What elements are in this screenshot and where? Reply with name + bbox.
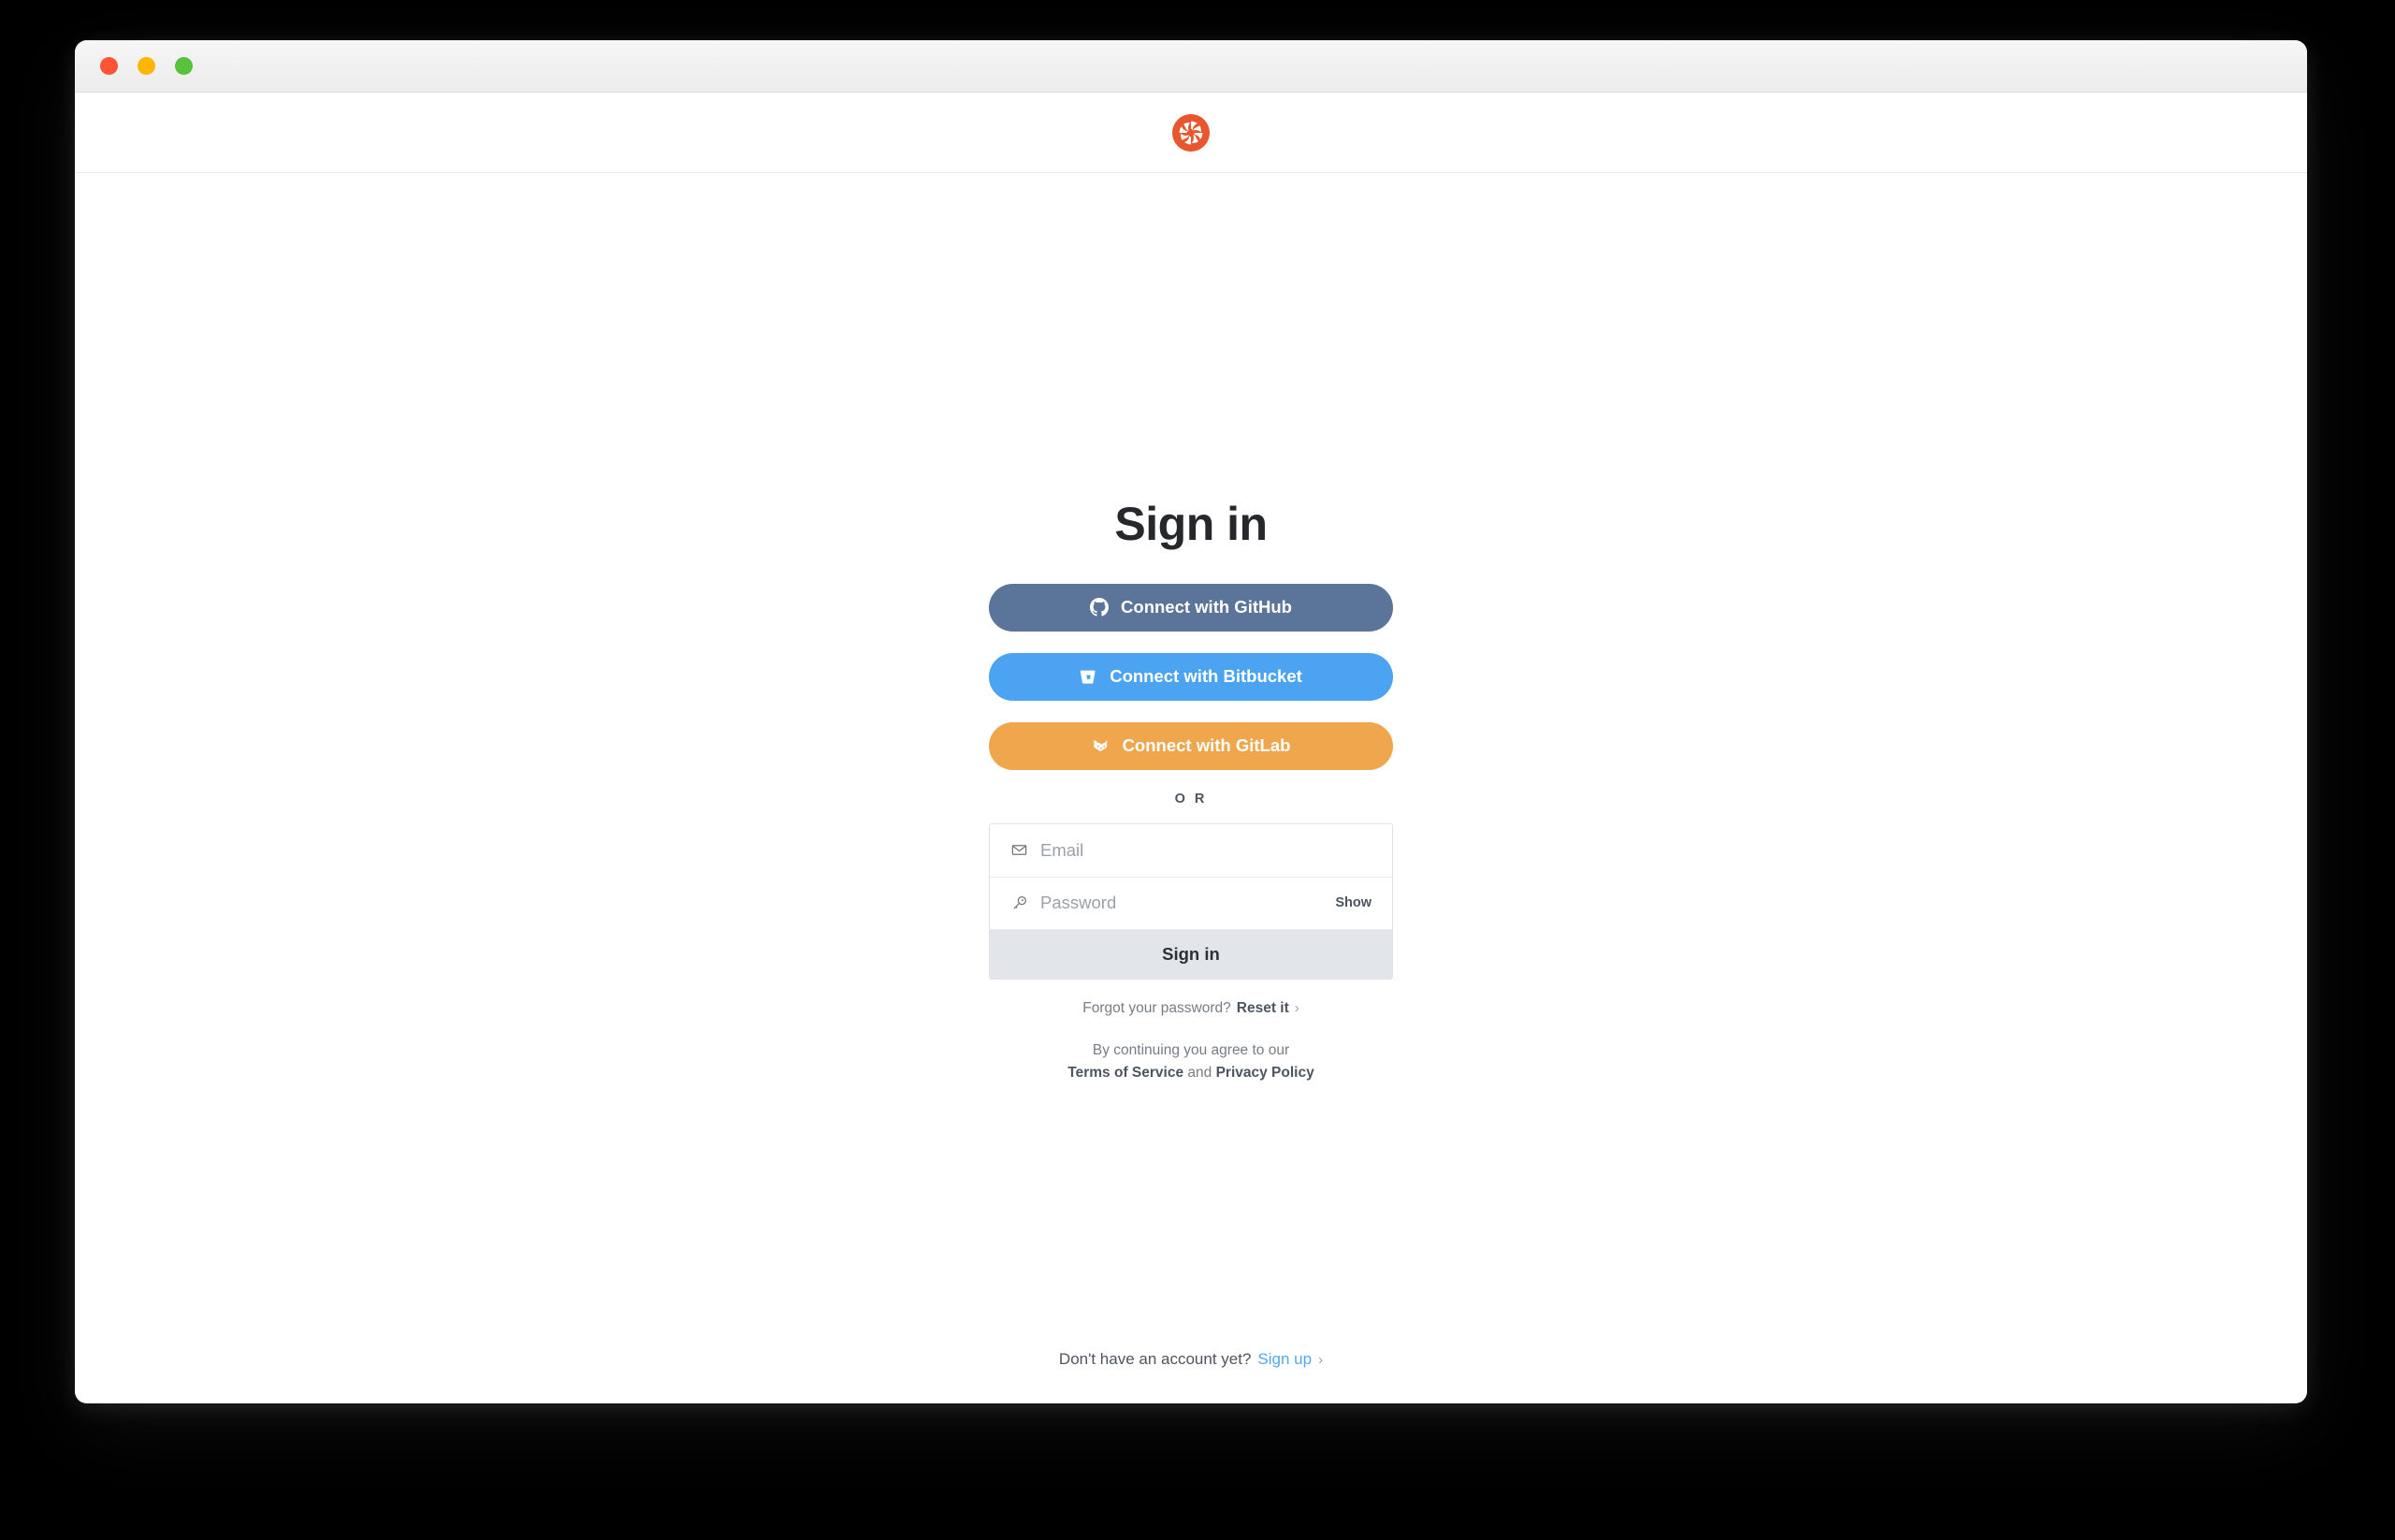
signup-footer: Don't have an account yet? Sign up › xyxy=(1059,1350,1323,1369)
github-icon xyxy=(1090,598,1110,617)
chevron-right-icon: › xyxy=(1294,1000,1299,1016)
connect-gitlab-button[interactable]: Connect with GitLab xyxy=(989,721,1393,770)
minimize-button[interactable] xyxy=(138,57,155,75)
key-icon xyxy=(1010,894,1033,912)
connect-github-button[interactable]: Connect with GitHub xyxy=(989,583,1393,632)
password-field-row[interactable]: Show xyxy=(990,876,1392,929)
terms-of-service-link[interactable]: Terms of Service xyxy=(1067,1065,1183,1081)
legal-line-1: By continuing you agree to our xyxy=(1092,1041,1290,1058)
signin-submit-button[interactable]: Sign in xyxy=(990,928,1392,979)
email-input[interactable] xyxy=(1033,839,1372,861)
connect-github-label: Connect with GitHub xyxy=(1121,597,1292,617)
connect-bitbucket-label: Connect with Bitbucket xyxy=(1110,666,1302,686)
connect-bitbucket-button[interactable]: Connect with Bitbucket xyxy=(989,652,1393,701)
signup-prompt-text: Don't have an account yet? xyxy=(1058,1350,1252,1368)
reset-password-link[interactable]: Reset it xyxy=(1237,1000,1289,1017)
forgot-password-text: Forgot your password? xyxy=(1082,999,1231,1016)
forgot-password-line: Forgot your password? Reset it › xyxy=(1082,1000,1299,1017)
privacy-policy-link[interactable]: Privacy Policy xyxy=(1216,1065,1314,1081)
legal-text: By continuing you agree to our Terms of … xyxy=(1067,1039,1314,1084)
zoom-button[interactable] xyxy=(175,57,193,75)
envelope-icon xyxy=(1010,841,1033,859)
password-input[interactable] xyxy=(1033,893,1327,913)
app-header xyxy=(75,93,2307,173)
or-divider-label: O R xyxy=(1174,791,1208,806)
show-password-toggle[interactable]: Show xyxy=(1326,895,1372,910)
connect-gitlab-label: Connect with GitLab xyxy=(1122,735,1291,755)
bitbucket-icon xyxy=(1080,668,1097,686)
email-field-row[interactable] xyxy=(990,823,1392,877)
signup-link[interactable]: Sign up xyxy=(1257,1350,1312,1369)
signin-form: Show Sign in xyxy=(989,822,1393,980)
traffic-light-group xyxy=(100,57,193,75)
chevron-right-icon: › xyxy=(1318,1351,1324,1368)
page-body: Sign in Connect with GitHub Connect with xyxy=(75,173,2307,1402)
close-button[interactable] xyxy=(100,57,118,75)
browser-window: Sign in Connect with GitHub Connect with xyxy=(75,40,2307,1403)
legal-and: and xyxy=(1187,1064,1212,1081)
codacy-logo-icon[interactable] xyxy=(1172,113,1210,152)
window-titlebar xyxy=(75,40,2307,93)
page-title: Sign in xyxy=(1114,498,1268,550)
signin-panel: Sign in Connect with GitHub Connect with xyxy=(989,500,1393,1084)
gitlab-icon xyxy=(1092,736,1110,755)
